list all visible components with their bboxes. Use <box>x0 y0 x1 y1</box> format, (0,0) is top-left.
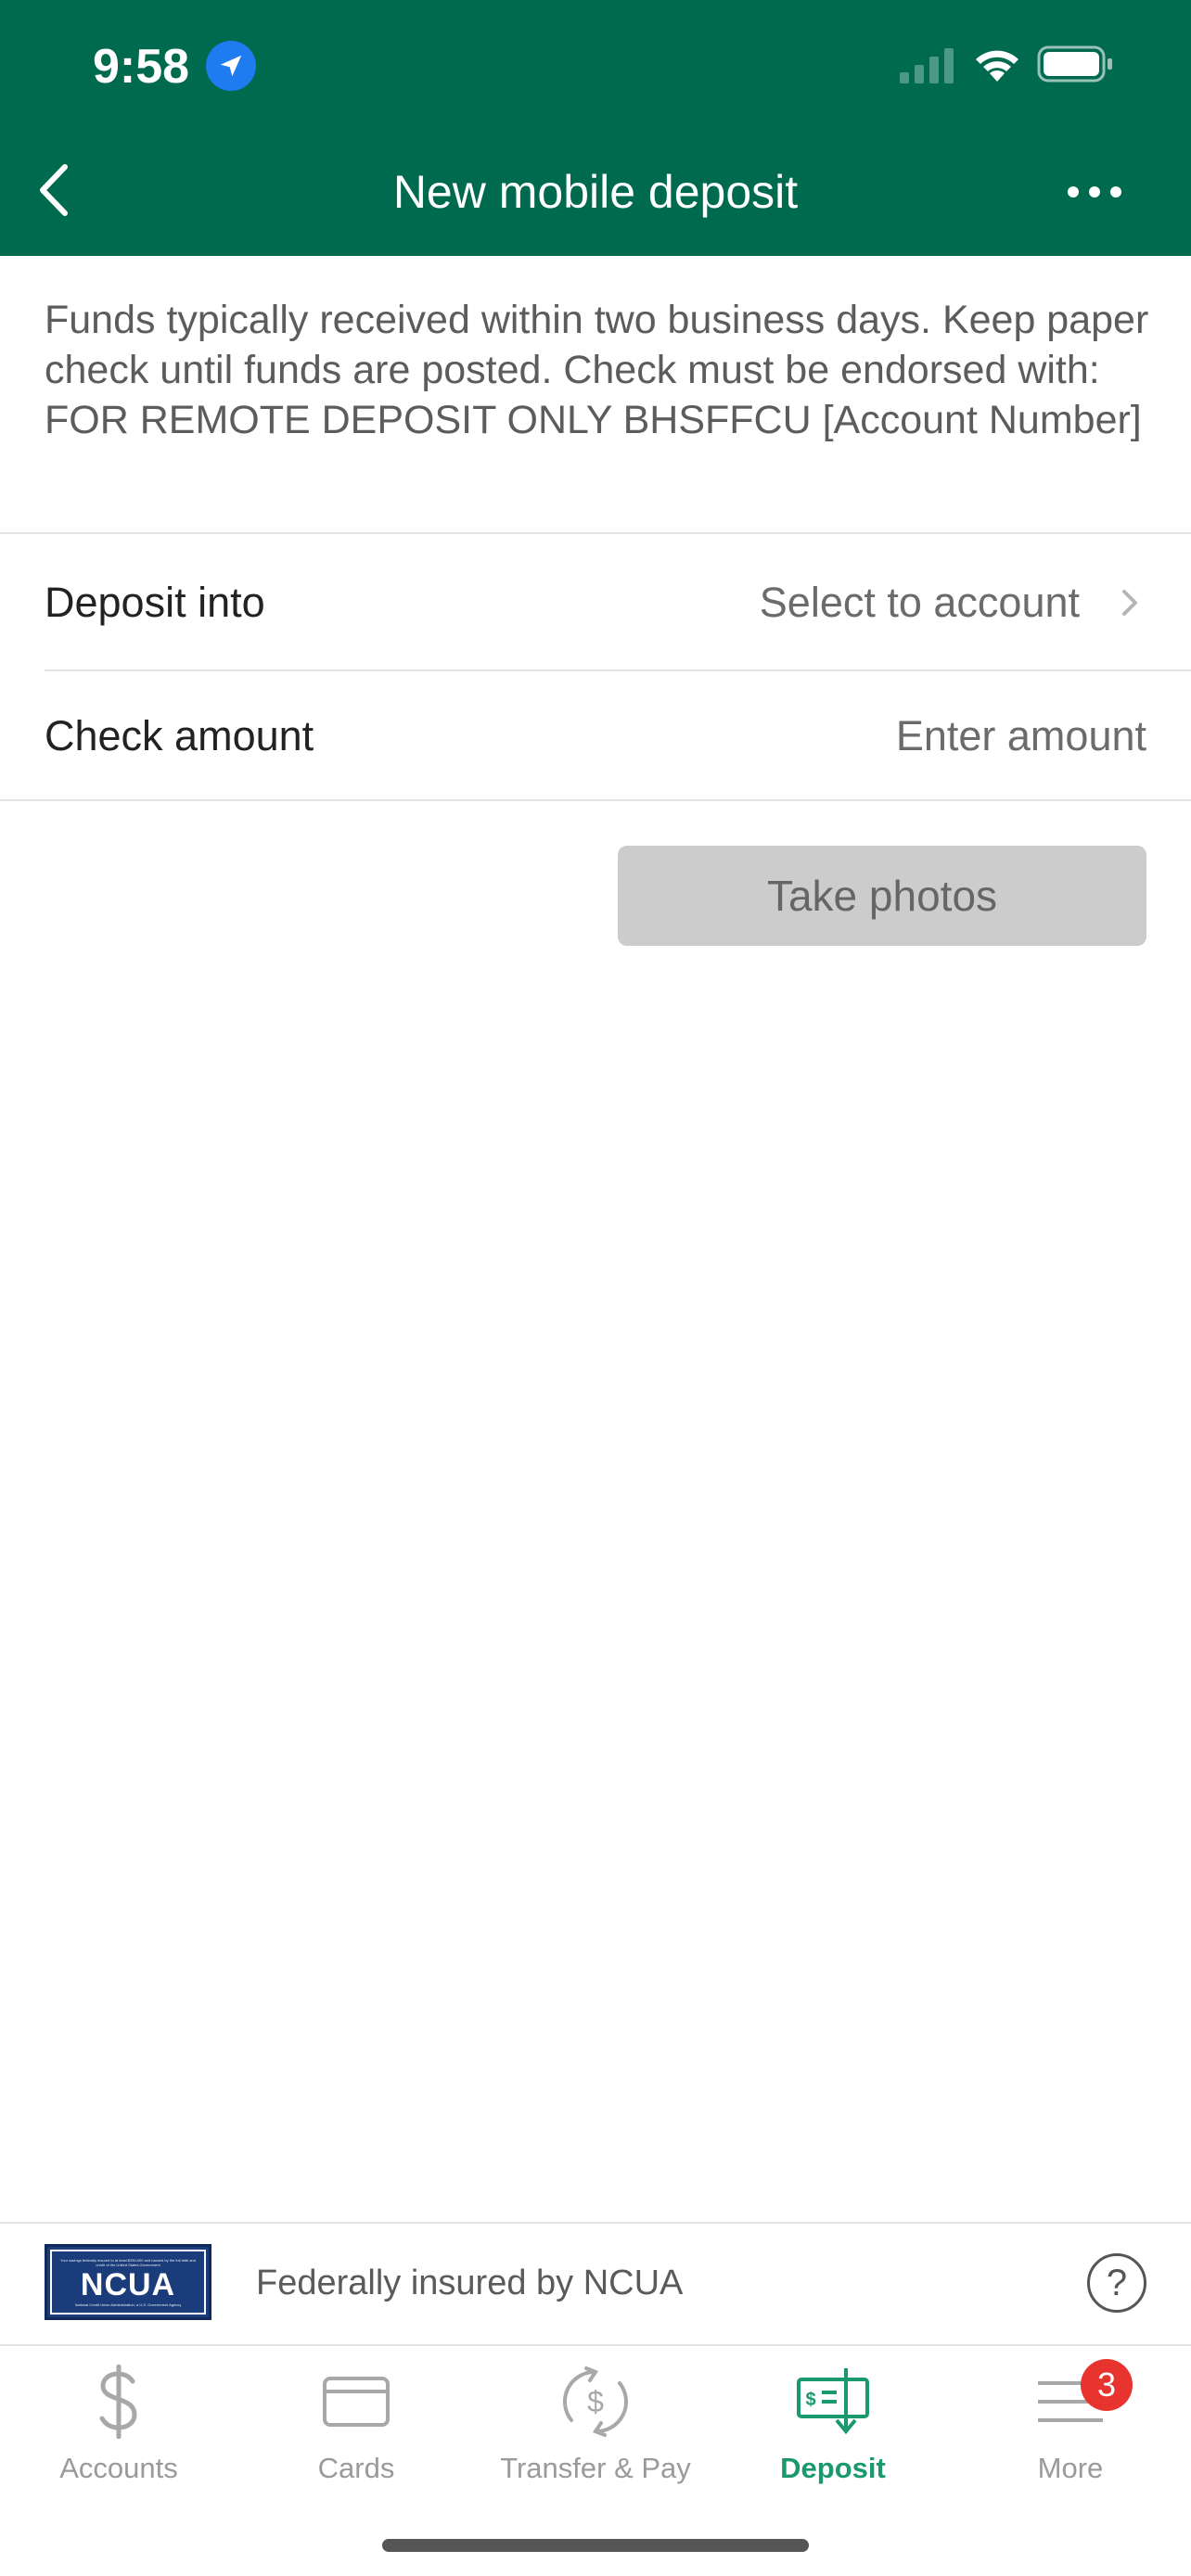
ncua-logo-bottom-text: National Credit Union Administration, a … <box>74 2302 182 2307</box>
check-amount-input[interactable]: Enter amount <box>896 668 1146 805</box>
ncua-logo: Your savings federally insured to at lea… <box>45 2244 211 2320</box>
transfer-icon: $ <box>562 2366 629 2437</box>
tab-more[interactable]: 3 More <box>952 2346 1189 2504</box>
notification-badge: 3 <box>1081 2359 1133 2411</box>
check-amount-label: Check amount <box>45 712 314 759</box>
dollar-icon <box>99 2365 137 2439</box>
app-header: 9:58 New mobile deposit <box>0 0 1191 256</box>
page-title: New mobile deposit <box>392 166 799 218</box>
take-photos-button[interactable]: Take photos <box>618 846 1146 946</box>
tab-label: Cards <box>317 2452 395 2484</box>
cellular-signal-icon <box>900 48 954 83</box>
status-time: 9:58 <box>93 40 190 94</box>
ellipsis-icon <box>1068 186 1121 198</box>
chevron-right-icon <box>1122 590 1137 616</box>
tab-transfer-pay[interactable]: $ Transfer & Pay <box>477 2346 714 2504</box>
back-button[interactable] <box>28 158 80 223</box>
tab-deposit[interactable]: $ Deposit <box>714 2346 952 2504</box>
deposit-into-row[interactable]: Deposit into Select to account <box>0 534 1191 671</box>
home-indicator[interactable] <box>382 2539 809 2552</box>
deposit-check-icon: $ <box>797 2368 869 2435</box>
tab-label: More <box>1037 2452 1104 2484</box>
deposit-info-text: Funds typically received within two busi… <box>45 298 1149 442</box>
battery-icon <box>1037 45 1112 83</box>
deposit-into-value: Select to account <box>759 579 1080 626</box>
check-amount-row[interactable]: Check amount Enter amount <box>0 668 1191 805</box>
deposit-into-label: Deposit into <box>45 579 265 626</box>
help-icon[interactable]: ? <box>1087 2253 1146 2313</box>
ncua-logo-top-text: Your savings federally insured to at lea… <box>60 2257 196 2267</box>
tab-label: Deposit <box>780 2452 886 2484</box>
screen: 9:58 New mobile deposit Funds typically … <box>0 0 1191 2576</box>
more-options-button[interactable] <box>1057 169 1132 215</box>
svg-text:$: $ <box>805 2390 815 2410</box>
ncua-footer: Your savings federally insured to at lea… <box>0 2222 1191 2344</box>
svg-text:$: $ <box>587 2385 604 2418</box>
divider <box>0 799 1191 801</box>
tab-cards[interactable]: Cards <box>237 2346 475 2504</box>
tab-label: Transfer & Pay <box>500 2452 691 2484</box>
ncua-logo-text: NCUA <box>80 2266 176 2302</box>
chevron-left-icon <box>40 164 68 216</box>
card-icon <box>323 2377 390 2427</box>
tab-label: Accounts <box>59 2452 178 2484</box>
location-arrow-icon <box>206 41 256 91</box>
ncua-insured-text: Federally insured by NCUA <box>256 2264 684 2302</box>
tab-accounts[interactable]: Accounts <box>0 2346 237 2504</box>
wifi-icon <box>976 50 1018 82</box>
